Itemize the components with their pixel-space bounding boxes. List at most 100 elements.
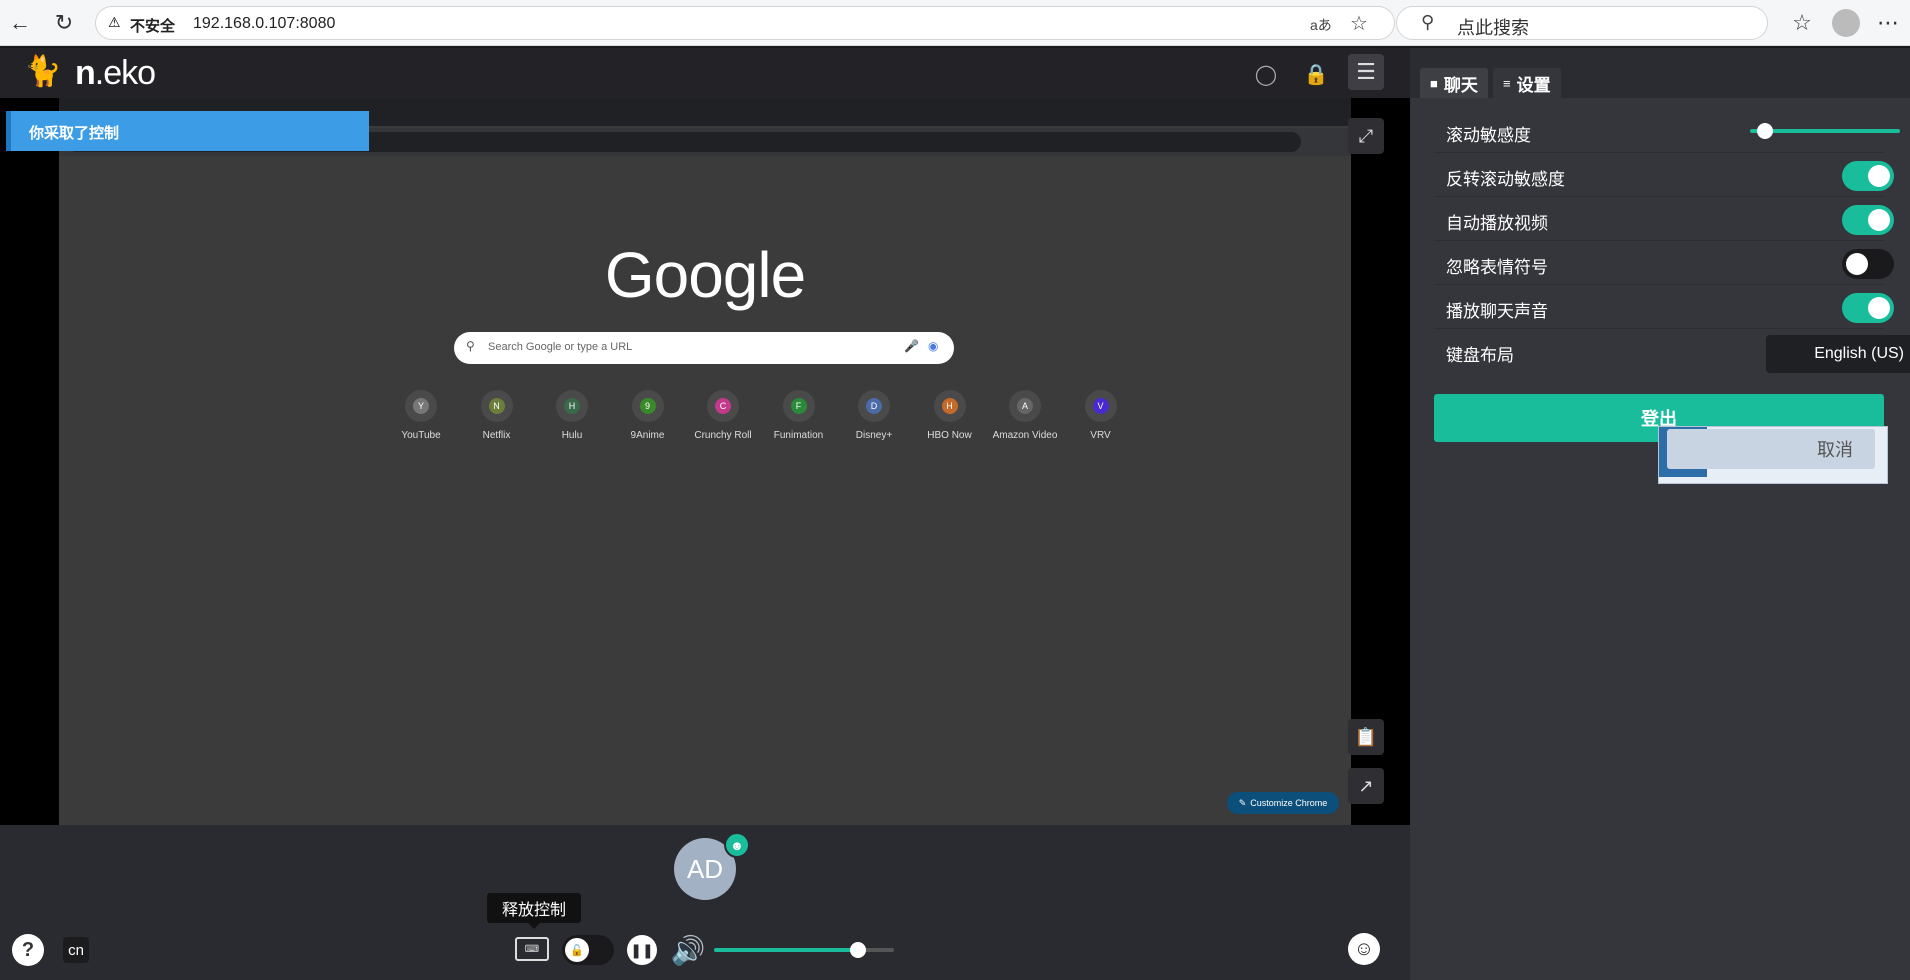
ignore-emotes-toggle[interactable]: [1842, 249, 1894, 279]
slider-thumb[interactable]: [1757, 123, 1773, 139]
browser-search-box[interactable]: ⚲ 点此搜索: [1396, 6, 1768, 40]
setting-chat-sound: 播放聊天声音: [1434, 285, 1894, 329]
more-options-icon[interactable]: ⋯: [1872, 7, 1904, 39]
shortcut-favicon-icon: C: [707, 390, 739, 422]
volume-icon[interactable]: 🔊: [668, 932, 708, 968]
toggle-knob: [1846, 253, 1868, 275]
shortcut-favicon-icon: 9: [631, 390, 664, 422]
shortcut-letter: A: [1017, 398, 1033, 414]
shortcut-label: YouTube: [401, 430, 441, 441]
invert-scroll-toggle[interactable]: [1842, 161, 1894, 191]
setting-keyboard-layout: 键盘布局 English (US): [1434, 329, 1910, 379]
tab-settings[interactable]: ≡ 设置: [1493, 68, 1561, 98]
shortcut-label: HBO Now: [927, 430, 972, 441]
lock-icon[interactable]: 🔒: [1300, 58, 1332, 90]
setting-ignore-emotes: 忽略表情符号: [1434, 241, 1894, 285]
back-icon[interactable]: ←: [4, 7, 36, 39]
neko-cat-logo-icon: 🐈: [24, 55, 62, 88]
google-search-box: ⚲ Search Google or type a URL 🎤 ◉: [454, 332, 954, 364]
chat-sound-toggle[interactable]: [1842, 293, 1894, 323]
cancel-button[interactable]: 取消: [1667, 429, 1875, 469]
profile-avatar-icon[interactable]: [1832, 9, 1860, 37]
control-notice-text: 你采取了控制: [29, 125, 120, 142]
tab-settings-label: 设置: [1516, 75, 1551, 95]
shortcut-label: Hulu: [561, 430, 583, 441]
shortcut-label: 9Anime: [630, 430, 665, 441]
shortcut-favicon-icon: Y: [405, 390, 437, 422]
favorites-icon[interactable]: ☆: [1786, 7, 1818, 39]
cancel-popup: 取消: [1658, 426, 1888, 484]
shortcut-favicon-icon: V: [1084, 390, 1117, 422]
shortcut-tile: 9 9Anime: [610, 390, 686, 441]
tab-chat-label: 聊天: [1443, 75, 1478, 95]
keyboard-icon[interactable]: ⌨: [515, 937, 549, 961]
shortcut-tile: H HBO Now: [912, 390, 988, 441]
shortcut-letter: 9: [639, 398, 656, 414]
shortcut-letter: H: [941, 398, 958, 414]
setting-label: 忽略表情符号: [1446, 258, 1548, 277]
shortcut-favicon-icon: F: [782, 390, 815, 422]
microphone-icon: 🎤: [904, 339, 919, 353]
shortcut-tile: D Disney+: [836, 390, 912, 441]
sliders-icon: ≡: [1503, 75, 1511, 91]
google-search-placeholder: Search Google or type a URL: [488, 341, 633, 353]
help-button[interactable]: ?: [12, 934, 44, 966]
shortcut-favicon-icon: A: [1009, 390, 1041, 422]
panel-tabs: ■ 聊天 ≡ 设置: [1410, 48, 1910, 98]
pause-button[interactable]: ❚❚: [627, 935, 657, 965]
control-toggle[interactable]: 🔓: [562, 935, 614, 965]
app-logo: n.eko: [75, 54, 156, 92]
refresh-icon[interactable]: ↻: [48, 7, 80, 39]
fullscreen-icon[interactable]: ⤢: [1348, 118, 1384, 154]
shortcut-tile: Y YouTube: [383, 390, 459, 441]
language-button[interactable]: cn: [63, 937, 89, 963]
address-bar[interactable]: ⚠ 不安全 192.168.0.107:8080 aあ ☆: [95, 6, 1395, 40]
setting-invert-scroll: 反转滚动敏感度: [1434, 153, 1894, 197]
external-link-icon[interactable]: ↗: [1348, 768, 1384, 804]
setting-label: 滚动敏感度: [1446, 126, 1531, 145]
shortcut-favicon-icon: H: [556, 390, 588, 422]
volume-thumb[interactable]: [850, 942, 866, 958]
shortcut-tile: A Amazon Video: [987, 390, 1063, 441]
shortcut-tile: H Hulu: [534, 390, 610, 441]
release-control-tooltip: 释放控制: [487, 893, 581, 923]
scroll-sensitivity-slider[interactable]: [1750, 123, 1900, 139]
google-logo: Google: [604, 239, 806, 311]
side-panel: ■ 聊天 ≡ 设置 滚动敏感度 反转滚动敏感度 自动播放视频 忽略表情符号 播放…: [1410, 48, 1910, 980]
setting-label: 自动播放视频: [1446, 214, 1548, 233]
shortcut-favicon-icon: N: [480, 390, 513, 422]
shortcut-letter: Y: [413, 398, 429, 414]
mouse-icon[interactable]: ◯: [1250, 58, 1282, 90]
volume-fill: [714, 948, 858, 952]
read-aloud-icon[interactable]: aあ: [1310, 15, 1332, 35]
camera-search-icon: ◉: [928, 339, 939, 353]
shortcut-tile: V VRV: [1063, 390, 1139, 441]
setting-label: 反转滚动敏感度: [1446, 170, 1565, 189]
keyboard-layout-select[interactable]: English (US): [1766, 335, 1910, 373]
remote-browser-screen[interactable]: Google ⚲ Search Google or type a URL 🎤 ◉…: [59, 98, 1351, 825]
url-text[interactable]: 192.168.0.107:8080: [193, 15, 335, 33]
shortcut-label: Crunchy Roll: [694, 430, 752, 441]
insecure-label: 不安全: [130, 18, 176, 35]
shortcut-label: Netflix: [482, 430, 511, 441]
autoplay-toggle[interactable]: [1842, 205, 1894, 235]
menu-hamburger-icon[interactable]: ☰: [1348, 54, 1384, 90]
customize-chrome-button: ✎ Customize Chrome: [1227, 792, 1339, 814]
toggle-knob: [1868, 209, 1890, 231]
pencil-icon: ✎: [1238, 797, 1247, 808]
host-user-icon: ☻: [724, 832, 750, 858]
clipboard-icon[interactable]: 📋: [1348, 719, 1384, 755]
shortcut-letter: V: [1092, 398, 1109, 414]
shortcut-letter: H: [564, 398, 580, 414]
shortcut-label: VRV: [1090, 430, 1111, 441]
shortcut-label: Disney+: [855, 430, 893, 441]
search-icon: ⚲: [1421, 12, 1435, 32]
emoji-icon[interactable]: ☺: [1348, 933, 1380, 965]
toggle-knob: [1868, 165, 1890, 187]
setting-scroll-sensitivity: 滚动敏感度: [1434, 109, 1900, 153]
volume-slider[interactable]: [714, 942, 894, 958]
toggle-knob: [1868, 297, 1890, 319]
tab-chat[interactable]: ■ 聊天: [1420, 68, 1488, 98]
favorite-star-icon[interactable]: ☆: [1350, 11, 1368, 36]
setting-label: 播放聊天声音: [1446, 302, 1548, 321]
